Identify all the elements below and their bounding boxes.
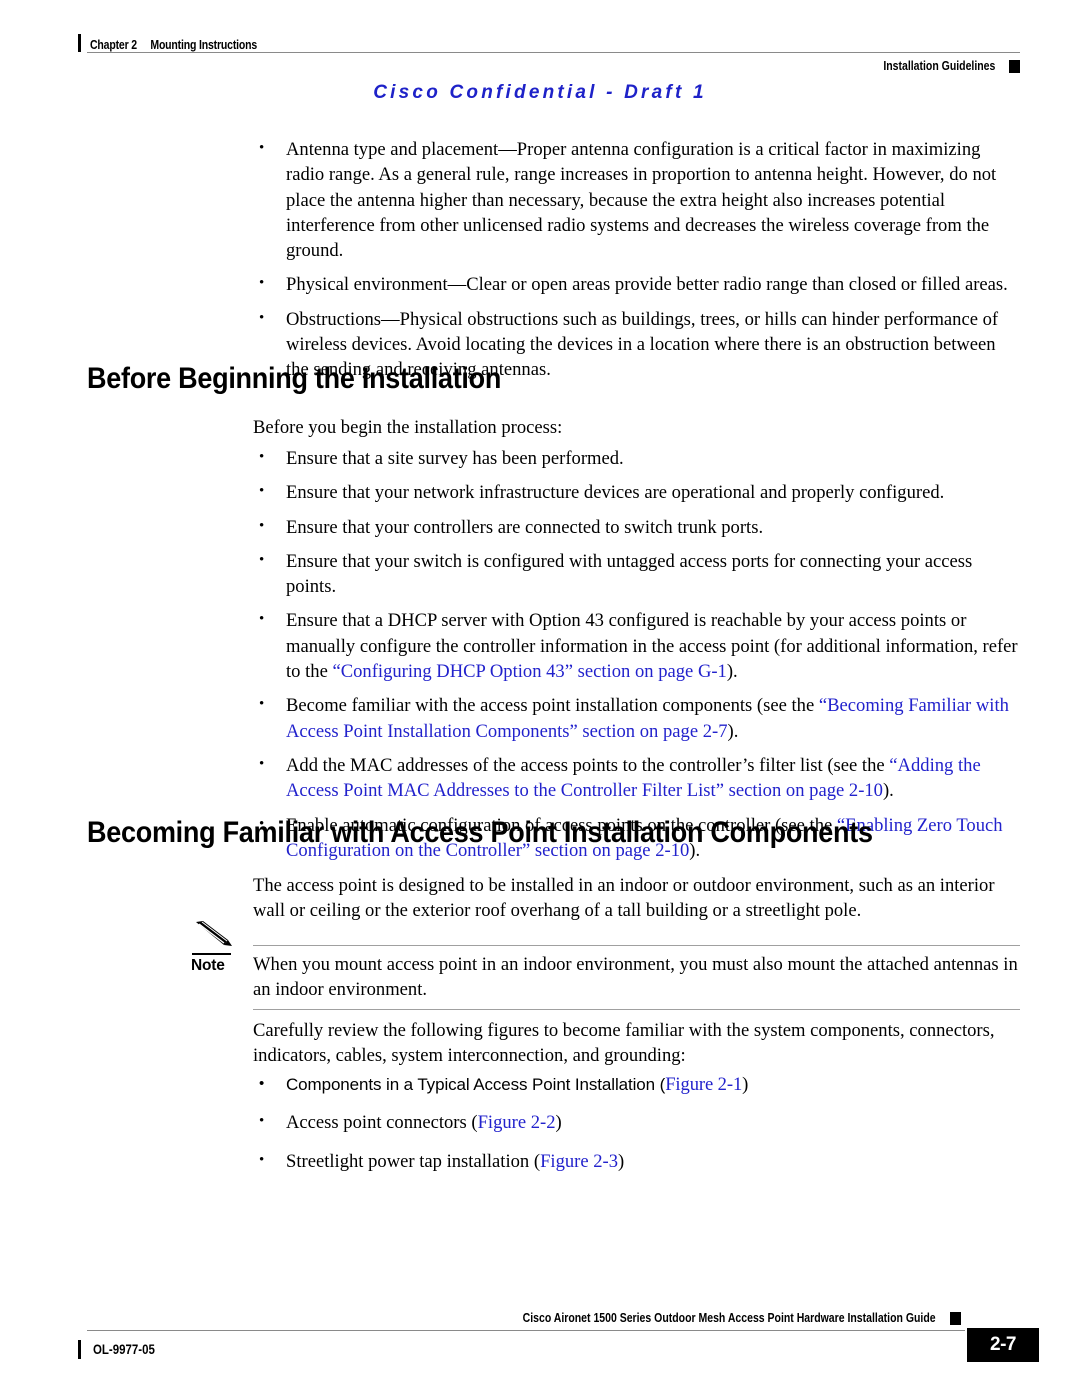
figure-bullet-list: Components in a Typical Access Point Ins… (253, 1071, 1021, 1174)
list-item: Streetlight power tap installation (Figu… (253, 1148, 1021, 1174)
list-item: Ensure that a DHCP server with Option 43… (253, 607, 1021, 684)
header-chapter-title: Mounting Instructions (150, 38, 258, 52)
bullet-text: Physical environment—Clear or open areas… (286, 274, 1008, 296)
section-heading-before-beginning: Before Beginning the Installation (87, 362, 502, 395)
bullet-text: Antenna type and placement—Proper antenn… (286, 139, 997, 262)
bullet-text: Add the MAC addresses of the access poin… (286, 754, 890, 776)
footer-rule (87, 1330, 965, 1331)
section2-paragraph: The access point is designed to be insta… (253, 875, 995, 922)
bullet-text-post: ). (882, 780, 894, 802)
figure-reference-link[interactable]: Figure 2-2 (478, 1112, 556, 1133)
change-bar-mark (78, 34, 81, 52)
header-square-marker (1009, 59, 1020, 73)
header-section-title: Installation Guidelines (882, 59, 995, 73)
list-item: Ensure that your controllers are connect… (253, 514, 1021, 540)
footer-document-id: OL-9977-05 (93, 1341, 155, 1357)
list-item: Physical environment—Clear or open areas… (253, 271, 1021, 297)
cross-reference-link[interactable]: “Configuring DHCP Option 43” section on … (332, 661, 726, 682)
list-item: Add the MAC addresses of the access poin… (253, 752, 1021, 804)
intro-bullet-list: Antenna type and placement—Proper antenn… (253, 136, 1021, 383)
note-icon-block: Note (191, 921, 247, 974)
bullet-text-post: ). (727, 720, 739, 742)
section1-bullet-list: Ensure that a site survey has been perfo… (253, 445, 1021, 863)
bullet-text: Ensure that your controllers are connect… (286, 516, 764, 538)
bullet-text: Ensure that your network infrastructure … (286, 482, 945, 504)
footer-docid-row: OL-9977-05 (78, 1334, 1020, 1364)
document-page: Chapter 2 Mounting Instructions Installat… (0, 0, 1080, 1397)
figure-reference-link[interactable]: Figure 2-1 (665, 1074, 742, 1095)
list-item: Antenna type and placement—Proper antenn… (253, 136, 1021, 263)
bullet-text-post: ) (555, 1112, 562, 1134)
pencil-icon (194, 921, 247, 952)
note-icon-underline (192, 953, 231, 955)
header-chapter: Chapter 2 Mounting Instructions (90, 38, 257, 52)
page-header: Chapter 2 Mounting Instructions Installat… (78, 30, 1020, 73)
page-number-badge: 2-7 (967, 1328, 1039, 1362)
header-right-row: Installation Guidelines (78, 56, 1020, 76)
figure-reference-link[interactable]: Figure 2-3 (540, 1151, 618, 1172)
list-item: Ensure that your network infrastructure … (253, 479, 1021, 505)
bullet-text: Streetlight power tap installation ( (286, 1150, 541, 1172)
footer-guide-title: Cisco Aironet 1500 Series Outdoor Mesh A… (523, 1311, 936, 1325)
footer-title-row: Cisco Aironet 1500 Series Outdoor Mesh A… (78, 1308, 1020, 1328)
bullet-text: Ensure that your switch is configured wi… (286, 550, 973, 598)
bullet-text: Become familiar with the access point in… (286, 695, 819, 717)
header-rule (87, 52, 1020, 53)
note-text: When you mount access point in an indoor… (253, 954, 1018, 1001)
list-item: Access point connectors (Figure 2-2) (253, 1109, 1021, 1135)
section2-closing-paragraph: Carefully review the following figures t… (253, 1020, 995, 1067)
footer-square-marker (950, 1311, 961, 1325)
header-left-row: Chapter 2 Mounting Instructions (78, 30, 1020, 52)
note-bottom-rule (253, 1009, 1020, 1010)
section-heading-becoming-familiar: Becoming Familiar with Access Point Inst… (87, 816, 873, 849)
note-top-rule (253, 945, 1020, 946)
section1-lead-in: Before you begin the installation proces… (253, 417, 563, 438)
page-footer: Cisco Aironet 1500 Series Outdoor Mesh A… (78, 1308, 1039, 1362)
list-item: Components in a Typical Access Point Ins… (253, 1071, 1021, 1097)
change-bar-mark (78, 1339, 81, 1359)
bullet-text: Access point connectors ( (286, 1112, 478, 1134)
list-item: Ensure that your switch is configured wi… (253, 548, 1021, 600)
list-item: Ensure that a site survey has been perfo… (253, 445, 1021, 471)
note-label: Note (191, 957, 225, 974)
bullet-text-post: ). (726, 661, 738, 683)
header-chapter-number: Chapter 2 (90, 38, 137, 52)
confidential-banner: Cisco Confidential - Draft 1 (373, 82, 707, 103)
bullet-text-post: ) (742, 1074, 749, 1095)
bullet-text: Ensure that a site survey has been perfo… (286, 448, 624, 469)
bullet-text: Components in a Typical Access Point Ins… (286, 1075, 666, 1094)
bullet-text-post: ) (618, 1150, 625, 1172)
list-item: Become familiar with the access point in… (253, 692, 1021, 744)
note-callout: Note When you mount access point in an i… (0, 921, 1080, 1010)
